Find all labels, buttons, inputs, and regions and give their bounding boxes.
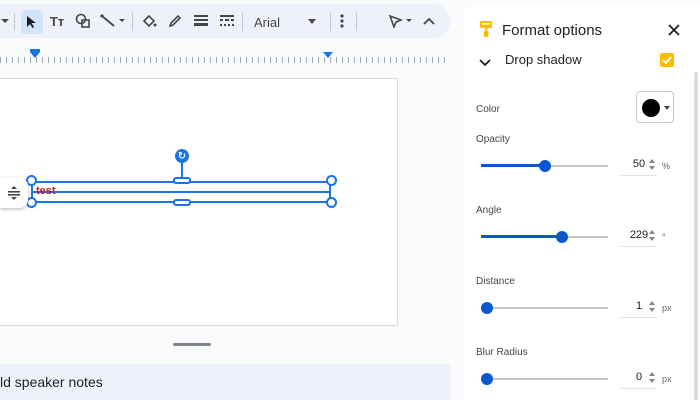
drop-shadow-title: Drop shadow: [505, 52, 582, 67]
border-weight-icon[interactable]: [190, 4, 212, 38]
ruler-left-indent-marker[interactable]: [30, 52, 40, 58]
panel-title: Format options: [502, 22, 603, 39]
toolbar-divider: [356, 13, 357, 31]
resize-handle-top-middle[interactable]: [173, 177, 191, 184]
line-icon[interactable]: [98, 4, 128, 38]
ruler-right-indent-marker[interactable]: [323, 52, 333, 58]
color-label: Color: [476, 104, 500, 115]
blur-radius-label: Blur Radius: [476, 347, 528, 358]
shapes-icon[interactable]: [72, 4, 94, 38]
color-swatch: [642, 99, 660, 117]
drop-shadow-section-header[interactable]: Drop shadow: [463, 50, 700, 74]
slider-fill: [481, 164, 545, 167]
opacity-unit: %: [662, 161, 671, 171]
blur-radius-stepper[interactable]: [649, 372, 657, 386]
toolbar: Tт Arial: [0, 4, 450, 38]
textbox-text[interactable]: test: [36, 185, 56, 197]
font-select-label: Arial: [254, 14, 281, 30]
speaker-notes-placeholder: ld speaker notes: [0, 374, 103, 390]
chevron-down-icon: [664, 106, 670, 110]
resize-handle-bottom-right[interactable]: [326, 197, 337, 208]
toolbar-divider: [132, 13, 133, 31]
angle-label: Angle: [476, 205, 502, 216]
angle-stepper[interactable]: [649, 230, 657, 244]
slider-thumb[interactable]: [538, 160, 551, 172]
resize-handle-top-right[interactable]: [326, 175, 337, 186]
distance-slider[interactable]: [481, 302, 608, 314]
slider-thumb[interactable]: [481, 373, 493, 385]
distance-stepper[interactable]: [649, 301, 657, 315]
slider-track: [481, 378, 608, 380]
distance-unit: px: [662, 303, 672, 313]
rotate-icon[interactable]: ↻: [175, 149, 189, 163]
more-vert-icon[interactable]: [334, 4, 350, 38]
slider-thumb[interactable]: [556, 231, 569, 243]
opacity-stepper[interactable]: [649, 159, 657, 173]
shadow-color-picker[interactable]: [636, 91, 674, 123]
text-box-icon[interactable]: Tт: [46, 4, 68, 38]
pen-icon[interactable]: [386, 4, 416, 38]
opacity-slider[interactable]: [481, 160, 608, 172]
ruler-ticks: [0, 57, 450, 63]
blur-radius-unit: px: [662, 374, 672, 384]
align-center-icon: [8, 186, 20, 200]
textbox-divider-line: [31, 191, 331, 193]
close-icon[interactable]: [668, 23, 680, 41]
select-cursor-icon[interactable]: [21, 10, 43, 34]
slider-fill: [481, 235, 563, 238]
check-icon: [662, 56, 672, 65]
align-options-button[interactable]: [0, 178, 28, 208]
collapse-icon[interactable]: [420, 4, 438, 38]
chevron-down-icon: [308, 19, 316, 24]
panel-scrollbar[interactable]: [694, 72, 698, 400]
border-dash-icon[interactable]: [216, 4, 238, 38]
format-options-panel: Format options Drop shadow Color Opacity…: [463, 4, 700, 400]
panel-header: Format options: [463, 4, 700, 46]
toolbar-divider: [14, 13, 15, 31]
chevron-down-icon[interactable]: [479, 54, 491, 72]
blur-radius-slider[interactable]: [481, 373, 608, 385]
horizontal-ruler[interactable]: [0, 49, 450, 66]
fill-color-icon[interactable]: [138, 4, 160, 38]
speaker-notes[interactable]: ld speaker notes: [0, 364, 450, 400]
slider-thumb[interactable]: [481, 302, 493, 314]
chevron-down-icon[interactable]: [0, 4, 10, 38]
border-color-icon[interactable]: [164, 4, 186, 38]
font-select[interactable]: Arial: [248, 11, 326, 33]
angle-slider[interactable]: [481, 231, 608, 243]
toolbar-divider: [242, 13, 243, 31]
opacity-label: Opacity: [476, 134, 510, 145]
angle-unit: °: [662, 232, 666, 242]
slider-track: [481, 307, 608, 309]
toolbar-divider: [330, 13, 331, 31]
notes-resize-handle[interactable]: [173, 343, 211, 346]
resize-handle-bottom-middle[interactable]: [173, 199, 191, 206]
distance-label: Distance: [476, 276, 515, 287]
paint-roller-icon: [480, 21, 492, 42]
drop-shadow-checkbox[interactable]: [660, 53, 674, 67]
